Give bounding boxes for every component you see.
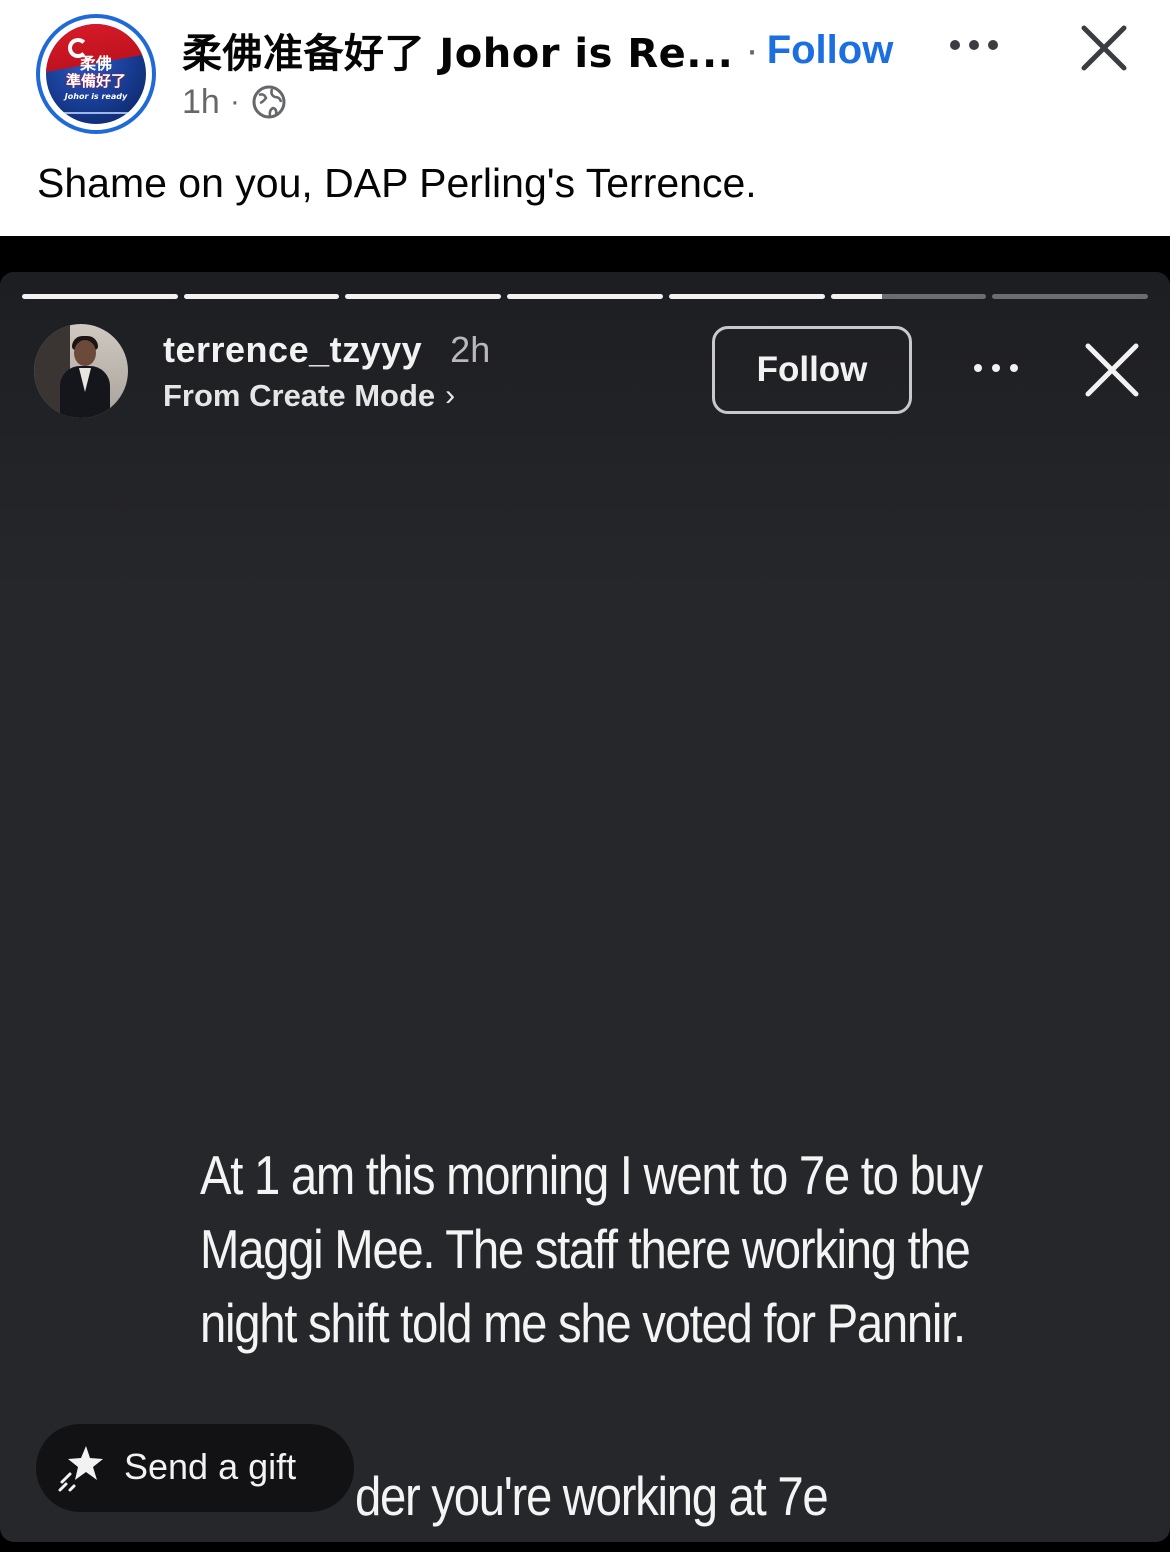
name-separator: ·: [745, 27, 759, 72]
post-meta: 1h ·: [182, 80, 288, 124]
story-user-row: terrence_tzyyy 2h: [163, 328, 490, 372]
story-more-options-button[interactable]: [968, 352, 1024, 382]
story-text-line: At 1 am this morning I went to 7e to buy: [200, 1144, 983, 1206]
page-logo: 柔佛 準備好了 Johor is ready: [46, 24, 146, 124]
chevron-right-icon: ›: [445, 379, 456, 412]
story-text-last-line: der you're working at 7e: [355, 1465, 829, 1527]
story-progress-segment: [992, 294, 1149, 299]
page-avatar[interactable]: 柔佛 準備好了 Johor is ready: [36, 14, 156, 134]
story-user-avatar[interactable]: [34, 324, 128, 418]
story-follow-button[interactable]: Follow: [712, 326, 912, 414]
story-text-block: At 1 am this morning I went to 7e to buy…: [200, 1138, 983, 1360]
send-gift-button[interactable]: Send a gift: [36, 1424, 354, 1512]
story-progress-segment: [507, 294, 663, 299]
post-timestamp[interactable]: 1h: [182, 83, 220, 122]
story-text-line: night shift told me she voted for Pannir…: [200, 1292, 966, 1354]
story-progress-bar: [22, 294, 1149, 300]
story-progress-segment: [345, 294, 502, 299]
story-timestamp: 2h: [450, 329, 491, 370]
facebook-post-header: 柔佛 準備好了 Johor is ready 柔佛准备好了 Johor is R…: [0, 0, 1170, 236]
post-image[interactable]: terrence_tzyyy 2h From Create Mode › Fol…: [0, 236, 1170, 1552]
story-text-line: Maggi Mee. The staff there working the: [200, 1218, 971, 1280]
story-subtitle-label: From Create Mode: [163, 378, 436, 413]
page-name-row: 柔佛准备好了 Johor is Re... · Follow: [182, 26, 894, 78]
post-caption: Shame on you, DAP Perling's Terrence.: [37, 160, 757, 206]
meta-dot: ·: [229, 85, 240, 118]
story-progress-segment: [183, 294, 340, 299]
send-gift-label: Send a gift: [124, 1446, 297, 1487]
story-progress-segment: [830, 294, 987, 299]
story-progress-segment: [668, 294, 825, 299]
story-progress-segment: [22, 294, 178, 299]
gift-sparkle-icon: [58, 1446, 103, 1492]
post-more-options-button[interactable]: [944, 24, 1004, 64]
story-subtitle[interactable]: From Create Mode ›: [163, 376, 455, 416]
globe-icon: [252, 85, 286, 119]
story-close-icon[interactable]: [1080, 338, 1144, 402]
close-icon[interactable]: [1076, 20, 1132, 76]
page-follow-button[interactable]: Follow: [767, 28, 894, 73]
instagram-story-screenshot: terrence_tzyyy 2h From Create Mode › Fol…: [0, 272, 1170, 1542]
story-username[interactable]: terrence_tzyyy: [163, 329, 422, 371]
page-name[interactable]: 柔佛准备好了 Johor is Re...: [182, 21, 733, 79]
